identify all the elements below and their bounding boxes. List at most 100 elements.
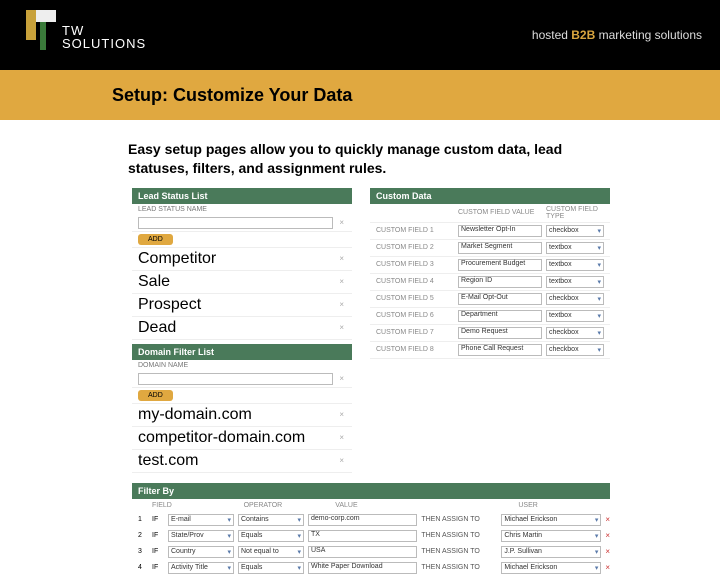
filter-row: 3 IF Country▾ Not equal to▾ USA THEN ASS… [132,544,610,560]
remove-icon[interactable]: × [605,563,610,572]
chevron-down-icon: ▾ [595,548,599,556]
delete-icon[interactable]: × [337,254,346,263]
custom-type-select[interactable]: checkbox▾ [546,344,604,356]
tagline-lead: hosted [532,28,571,42]
custom-type-select[interactable]: textbox▾ [546,242,604,254]
list-item: test.com× [132,450,352,473]
value-input[interactable]: White Paper Download [308,562,417,574]
lead-status-heading: Lead Status List [132,188,352,204]
domain-add-row: × [132,371,352,388]
filter-by-heading: Filter By [132,483,610,499]
delete-icon[interactable]: × [337,277,346,286]
chevron-down-icon: ▾ [595,564,599,572]
custom-type-select[interactable]: checkbox▾ [546,293,604,305]
remove-icon[interactable]: × [605,531,610,540]
custom-label: CUSTOM FIELD 4 [376,278,454,285]
assign-label: THEN ASSIGN TO [421,548,497,555]
clear-icon[interactable]: × [337,218,346,227]
custom-value-input[interactable]: Newsletter Opt-In [458,225,542,237]
value-input[interactable]: USA [308,546,417,558]
chevron-down-icon: ▾ [595,532,599,540]
lead-status-item: Dead [138,319,333,337]
field-select[interactable]: Country▾ [168,546,234,558]
list-item: competitor-domain.com× [132,427,352,450]
assign-label: THEN ASSIGN TO [421,532,497,539]
chevron-down-icon: ▾ [597,244,601,252]
delete-icon[interactable]: × [337,456,346,465]
logo-mark [26,10,56,50]
remove-icon[interactable]: × [605,515,610,524]
user-select[interactable]: Michael Erickson▾ [501,514,601,526]
custom-value-input[interactable]: Region ID [458,276,542,288]
custom-label: CUSTOM FIELD 3 [376,261,454,268]
col-value: VALUE [335,502,427,509]
custom-value-input[interactable]: Department [458,310,542,322]
delete-icon[interactable]: × [337,323,346,332]
operator-select[interactable]: Not equal to▾ [238,546,304,558]
custom-row: CUSTOM FIELD 7 Demo Request checkbox▾ [370,325,610,342]
chevron-down-icon: ▾ [597,261,601,269]
chevron-down-icon: ▾ [227,516,231,524]
row-cond: IF [152,516,164,523]
custom-row: CUSTOM FIELD 3 Procurement Budget textbox▾ [370,257,610,274]
user-select[interactable]: J.P. Sullivan▾ [501,546,601,558]
custom-type-select[interactable]: checkbox▾ [546,225,604,237]
clear-icon[interactable]: × [337,374,346,383]
custom-row: CUSTOM FIELD 6Departmenttextbox▾ [370,308,610,325]
row-cond: IF [152,532,164,539]
remove-icon[interactable]: × [605,547,610,556]
custom-row: CUSTOM FIELD 2Market Segmenttextbox▾ [370,240,610,257]
chevron-down-icon: ▾ [227,564,231,572]
custom-label: CUSTOM FIELD 7 [376,329,454,336]
custom-value-input[interactable]: Phone Call Request [458,344,542,356]
header-bar: TW SOLUTIONS hosted B2B marketing soluti… [0,0,720,70]
add-button[interactable]: ADD [138,390,173,401]
domain-input[interactable] [138,373,333,385]
custom-type-select[interactable]: checkbox▾ [546,327,604,339]
custom-value-input[interactable]: E-Mail Opt-Out [458,293,542,305]
col-user: USER [518,502,610,509]
delete-icon[interactable]: × [337,300,346,309]
row-num: 2 [138,532,148,539]
delete-icon[interactable]: × [337,433,346,442]
row-cond: IF [152,548,164,555]
custom-type-select[interactable]: textbox▾ [546,310,604,322]
custom-data-panel: Custom Data CUSTOM FIELD VALUE CUSTOM FI… [370,188,610,473]
custom-value-input[interactable]: Demo Request [458,327,542,339]
value-input[interactable]: demo-corp.com [308,514,417,526]
brand-logo: TW SOLUTIONS [26,10,146,50]
lead-status-add-row: × [132,215,352,232]
list-item: Sale× [132,271,352,294]
row-num: 1 [138,516,148,523]
custom-row: CUSTOM FIELD 1Newsletter Opt-Incheckbox▾ [370,223,610,240]
col-operator: OPERATOR [244,502,336,509]
chevron-down-icon: ▾ [597,346,601,354]
add-button[interactable]: ADD [138,234,173,245]
operator-select[interactable]: Contains▾ [238,514,304,526]
chevron-down-icon: ▾ [597,329,601,337]
operator-select[interactable]: Equals▾ [238,562,304,574]
domain-item: my-domain.com [138,406,333,424]
field-select[interactable]: Activity Title▾ [168,562,234,574]
user-select[interactable]: Michael Erickson▾ [501,562,601,574]
lead-status-input[interactable] [138,217,333,229]
field-select[interactable]: E-mail▾ [168,514,234,526]
custom-value-input[interactable]: Procurement Budget [458,259,542,271]
custom-type-select[interactable]: textbox▾ [546,259,604,271]
filter-row: 4 IF Activity Title▾ Equals▾ White Paper… [132,560,610,576]
lead-paragraph: Easy setup pages allow you to quickly ma… [128,140,588,178]
chevron-down-icon: ▾ [297,532,301,540]
panel-row: Lead Status List LEAD STATUS NAME × ADD … [132,188,720,473]
custom-value-input[interactable]: Market Segment [458,242,542,254]
row-cond: IF [152,564,164,571]
chevron-down-icon: ▾ [597,278,601,286]
custom-row: CUSTOM FIELD 8Phone Call Requestcheckbox… [370,342,610,359]
list-item: Prospect× [132,294,352,317]
custom-type-select[interactable]: textbox▾ [546,276,604,288]
delete-icon[interactable]: × [337,410,346,419]
list-item: my-domain.com × [132,404,352,427]
row-num: 4 [138,564,148,571]
tagline: hosted B2B marketing solutions [532,28,702,42]
chevron-down-icon: ▾ [227,532,231,540]
list-item: Dead × [132,317,352,340]
